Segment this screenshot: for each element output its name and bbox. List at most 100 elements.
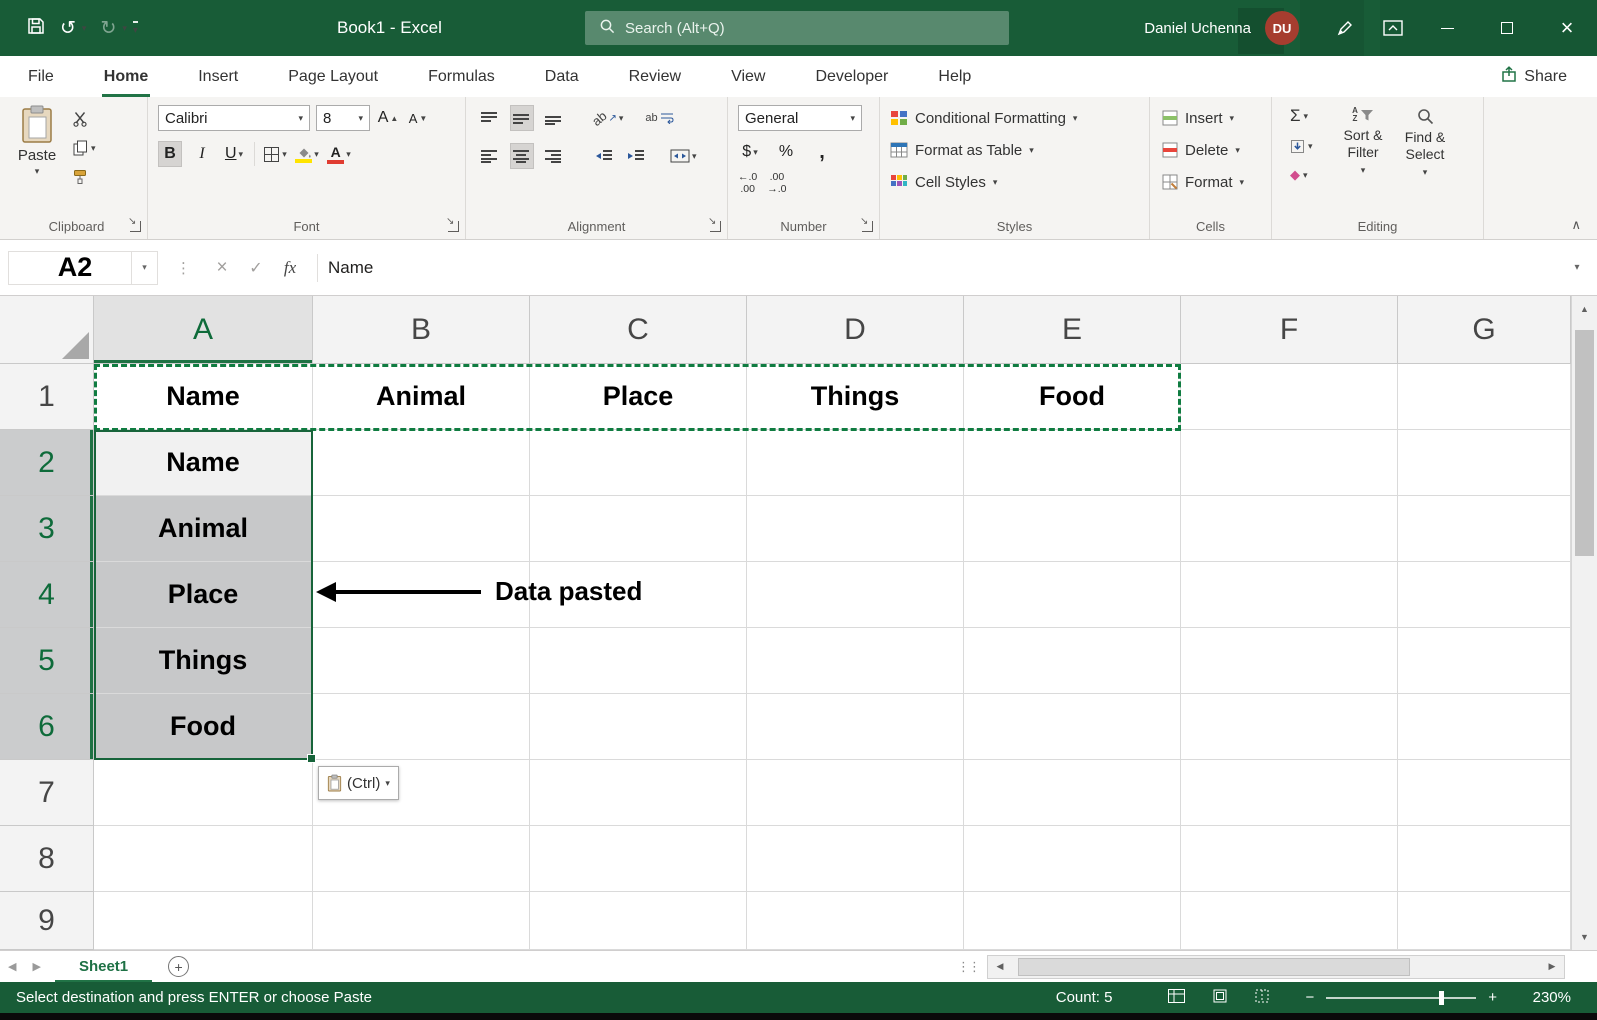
undo-button[interactable]: ↺ bbox=[60, 17, 76, 40]
shrink-font-button[interactable]: A ▼ bbox=[406, 105, 430, 131]
accounting-dropdown-icon[interactable]: ▾ bbox=[753, 147, 758, 158]
column-header-F[interactable]: F bbox=[1181, 296, 1398, 364]
align-bottom-button[interactable] bbox=[542, 105, 566, 131]
cell[interactable] bbox=[1181, 496, 1398, 562]
number-format-combo[interactable]: General ▾ bbox=[738, 105, 862, 131]
page-layout-view-icon[interactable] bbox=[1213, 989, 1227, 1007]
tab-file[interactable]: File bbox=[26, 56, 56, 97]
search-box[interactable]: Search (Alt+Q) bbox=[585, 11, 1009, 45]
select-all-corner[interactable] bbox=[0, 296, 94, 364]
page-break-view-icon[interactable] bbox=[1255, 989, 1269, 1007]
clipboard-dialog-launcher-icon[interactable] bbox=[128, 216, 141, 232]
conditional-formatting-dropdown-icon[interactable]: ▾ bbox=[1073, 113, 1078, 124]
copy-button[interactable]: ▾ bbox=[68, 138, 100, 158]
row-header-4[interactable]: 4 bbox=[0, 562, 94, 628]
format-dropdown-icon[interactable]: ▾ bbox=[1240, 177, 1245, 188]
ink-pen-icon[interactable] bbox=[1321, 0, 1369, 56]
cell[interactable] bbox=[1181, 430, 1398, 496]
cell[interactable] bbox=[747, 694, 964, 760]
cell[interactable] bbox=[1398, 364, 1571, 430]
cell-styles-button[interactable]: Cell Styles ▾ bbox=[890, 168, 1145, 196]
number-format-dropdown-icon[interactable]: ▾ bbox=[850, 113, 855, 124]
decrease-indent-button[interactable] bbox=[592, 143, 616, 169]
cut-button[interactable] bbox=[68, 109, 100, 129]
vertical-scrollbar-thumb[interactable] bbox=[1575, 330, 1594, 556]
cell[interactable] bbox=[313, 496, 530, 562]
fill-button[interactable]: ▾ bbox=[1286, 137, 1332, 156]
close-button[interactable]: × bbox=[1537, 0, 1597, 56]
merge-center-dropdown-icon[interactable]: ▾ bbox=[692, 151, 697, 162]
font-size-dropdown-icon[interactable]: ▾ bbox=[358, 113, 363, 124]
merge-center-button[interactable]: ▾ bbox=[670, 143, 697, 169]
tab-formulas[interactable]: Formulas bbox=[426, 56, 497, 97]
column-header-D[interactable]: D bbox=[747, 296, 964, 364]
cell[interactable] bbox=[964, 628, 1181, 694]
cell[interactable] bbox=[313, 694, 530, 760]
font-size-combo[interactable]: 8 ▾ bbox=[316, 105, 370, 131]
format-as-table-dropdown-icon[interactable]: ▾ bbox=[1029, 145, 1034, 156]
row-header-2[interactable]: 2 bbox=[0, 430, 94, 496]
cancel-icon[interactable]: × bbox=[205, 251, 239, 285]
sheet-tab-sheet1[interactable]: Sheet1 bbox=[55, 951, 152, 983]
scroll-down-icon[interactable]: ▼ bbox=[1572, 924, 1597, 950]
cell[interactable] bbox=[313, 826, 530, 892]
zoom-level[interactable]: 230% bbox=[1519, 989, 1571, 1006]
avatar[interactable]: DU bbox=[1265, 11, 1299, 45]
customize-qat-icon[interactable]: ▾ bbox=[132, 20, 138, 36]
horizontal-scrollbar-track[interactable] bbox=[1012, 956, 1540, 978]
user-name[interactable]: Daniel Uchenna bbox=[1144, 20, 1251, 37]
redo-button[interactable]: ↻ bbox=[100, 17, 116, 40]
tab-insert[interactable]: Insert bbox=[196, 56, 240, 97]
row-header-7[interactable]: 7 bbox=[0, 760, 94, 826]
increase-indent-button[interactable] bbox=[624, 143, 648, 169]
zoom-slider-thumb[interactable] bbox=[1438, 990, 1444, 1005]
cell[interactable] bbox=[313, 892, 530, 950]
tab-data[interactable]: Data bbox=[543, 56, 581, 97]
add-sheet-button[interactable]: + bbox=[168, 956, 190, 977]
underline-dropdown-icon[interactable]: ▾ bbox=[239, 149, 244, 160]
borders-button[interactable]: ▾ bbox=[263, 141, 287, 167]
tab-home[interactable]: Home bbox=[102, 56, 150, 97]
clear-button[interactable]: ◆ ▾ bbox=[1286, 165, 1332, 185]
cell[interactable] bbox=[313, 562, 530, 628]
name-box[interactable]: A2 ▾ bbox=[8, 250, 158, 285]
accounting-format-button[interactable]: $ ▾ bbox=[738, 139, 762, 165]
bold-button[interactable]: B bbox=[158, 141, 182, 167]
cell[interactable] bbox=[1181, 562, 1398, 628]
tab-developer[interactable]: Developer bbox=[813, 56, 890, 97]
cell[interactable] bbox=[530, 430, 747, 496]
cell[interactable] bbox=[1181, 826, 1398, 892]
cell-A2[interactable]: Name bbox=[94, 430, 313, 496]
clear-dropdown-icon[interactable]: ▾ bbox=[1303, 170, 1308, 181]
cell[interactable] bbox=[94, 760, 313, 826]
cell-A3[interactable]: Animal bbox=[94, 496, 313, 562]
cell[interactable] bbox=[1181, 628, 1398, 694]
font-name-dropdown-icon[interactable]: ▾ bbox=[298, 113, 303, 124]
autosum-button[interactable]: Σ ▾ bbox=[1286, 104, 1332, 128]
fill-color-dropdown-icon[interactable]: ▾ bbox=[314, 149, 319, 160]
fill-color-button[interactable]: ▾ bbox=[295, 141, 319, 167]
save-icon[interactable] bbox=[26, 16, 46, 41]
cell[interactable] bbox=[530, 628, 747, 694]
cell-E1[interactable]: Food bbox=[964, 364, 1181, 430]
row-header-1[interactable]: 1 bbox=[0, 364, 94, 430]
cell-D1[interactable]: Things bbox=[747, 364, 964, 430]
c[interactable] bbox=[964, 562, 1181, 628]
ribbon-display-options-icon[interactable] bbox=[1369, 0, 1417, 56]
normal-view-icon[interactable] bbox=[1168, 988, 1186, 1007]
minimize-button[interactable] bbox=[1417, 0, 1477, 56]
share-button[interactable]: Share bbox=[1501, 56, 1567, 97]
increase-decimal-button[interactable]: ←.0 .00 bbox=[738, 171, 757, 195]
format-as-table-button[interactable]: Format as Table ▾ bbox=[890, 136, 1145, 164]
cell[interactable] bbox=[530, 760, 747, 826]
cell[interactable] bbox=[530, 694, 747, 760]
splitter-handle-icon[interactable]: ⋮⋮ bbox=[957, 959, 987, 975]
font-color-dropdown-icon[interactable]: ▾ bbox=[346, 149, 351, 160]
cell-A1[interactable]: Name bbox=[94, 364, 313, 430]
cell[interactable] bbox=[747, 892, 964, 950]
decrease-decimal-button[interactable]: .00 →.0 bbox=[767, 171, 786, 195]
orientation-dropdown-icon[interactable]: ▾ bbox=[619, 113, 624, 124]
tab-help[interactable]: Help bbox=[936, 56, 973, 97]
undo-dropdown-icon[interactable]: ▾ bbox=[82, 23, 87, 34]
column-header-A[interactable]: A bbox=[94, 296, 313, 364]
